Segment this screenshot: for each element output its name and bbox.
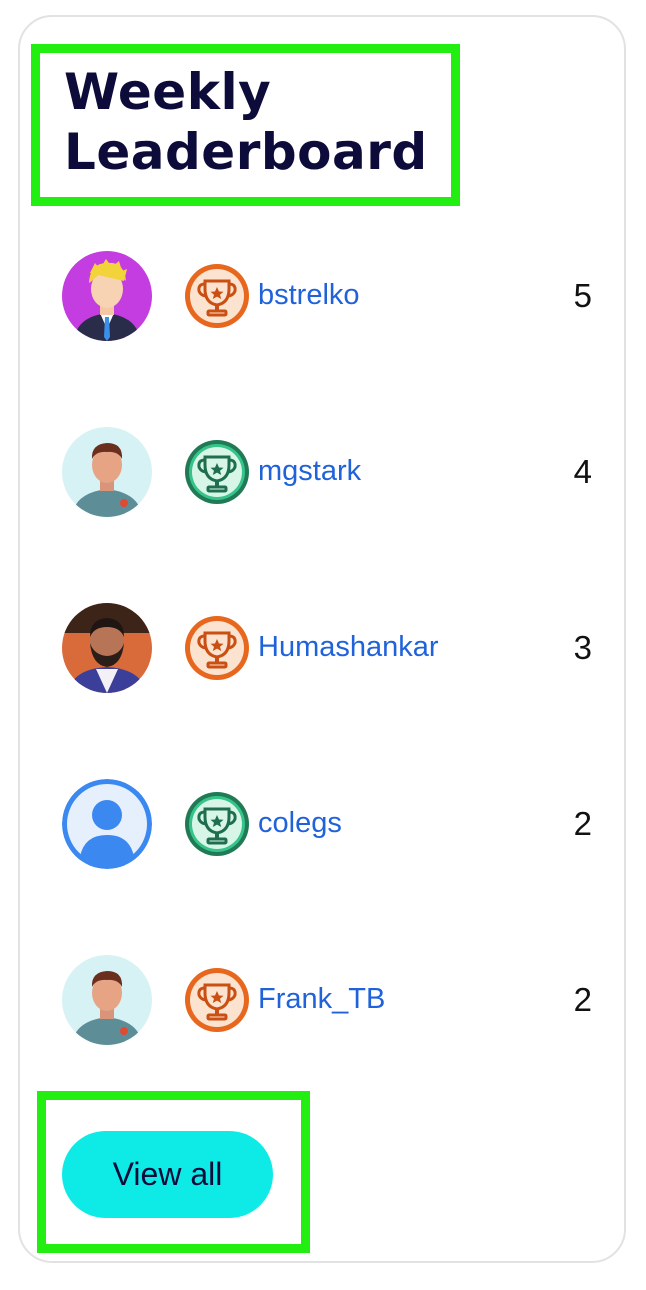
leaderboard-row: mgstark 4 <box>62 427 592 517</box>
leaderboard-username-link[interactable]: bstrelko <box>258 277 360 313</box>
leaderboard-score: 5 <box>573 277 592 314</box>
leaderboard-row: colegs 2 <box>62 779 592 869</box>
view-all-button[interactable]: View all <box>62 1131 273 1218</box>
blonde-man-avatar[interactable] <box>62 251 152 341</box>
photo-avatar[interactable] <box>62 603 152 693</box>
man-avatar[interactable] <box>62 955 152 1045</box>
leaderboard-score: 2 <box>573 805 592 842</box>
orange-trophy-icon <box>184 615 250 681</box>
leaderboard-score: 3 <box>573 629 592 666</box>
leaderboard-score: 2 <box>573 981 592 1018</box>
leaderboard-row: Frank_TB 2 <box>62 955 592 1045</box>
leaderboard-username-link[interactable]: Humashankar <box>258 629 439 665</box>
man-avatar[interactable] <box>62 427 152 517</box>
leaderboard-username-link[interactable]: Frank_TB <box>258 981 385 1017</box>
green-trophy-icon <box>184 791 250 857</box>
leaderboard-username-link[interactable]: colegs <box>258 805 342 841</box>
leaderboard-row: bstrelko 5 <box>62 251 592 341</box>
leaderboard-score: 4 <box>573 453 592 490</box>
orange-trophy-icon <box>184 263 250 329</box>
default-user-avatar[interactable] <box>62 779 152 869</box>
leaderboard-title: Weekly Leaderboard <box>64 63 428 181</box>
leaderboard-row: Humashankar 3 <box>62 603 592 693</box>
leaderboard-username-link[interactable]: mgstark <box>258 453 361 489</box>
orange-trophy-icon <box>184 967 250 1033</box>
green-trophy-icon <box>184 439 250 505</box>
